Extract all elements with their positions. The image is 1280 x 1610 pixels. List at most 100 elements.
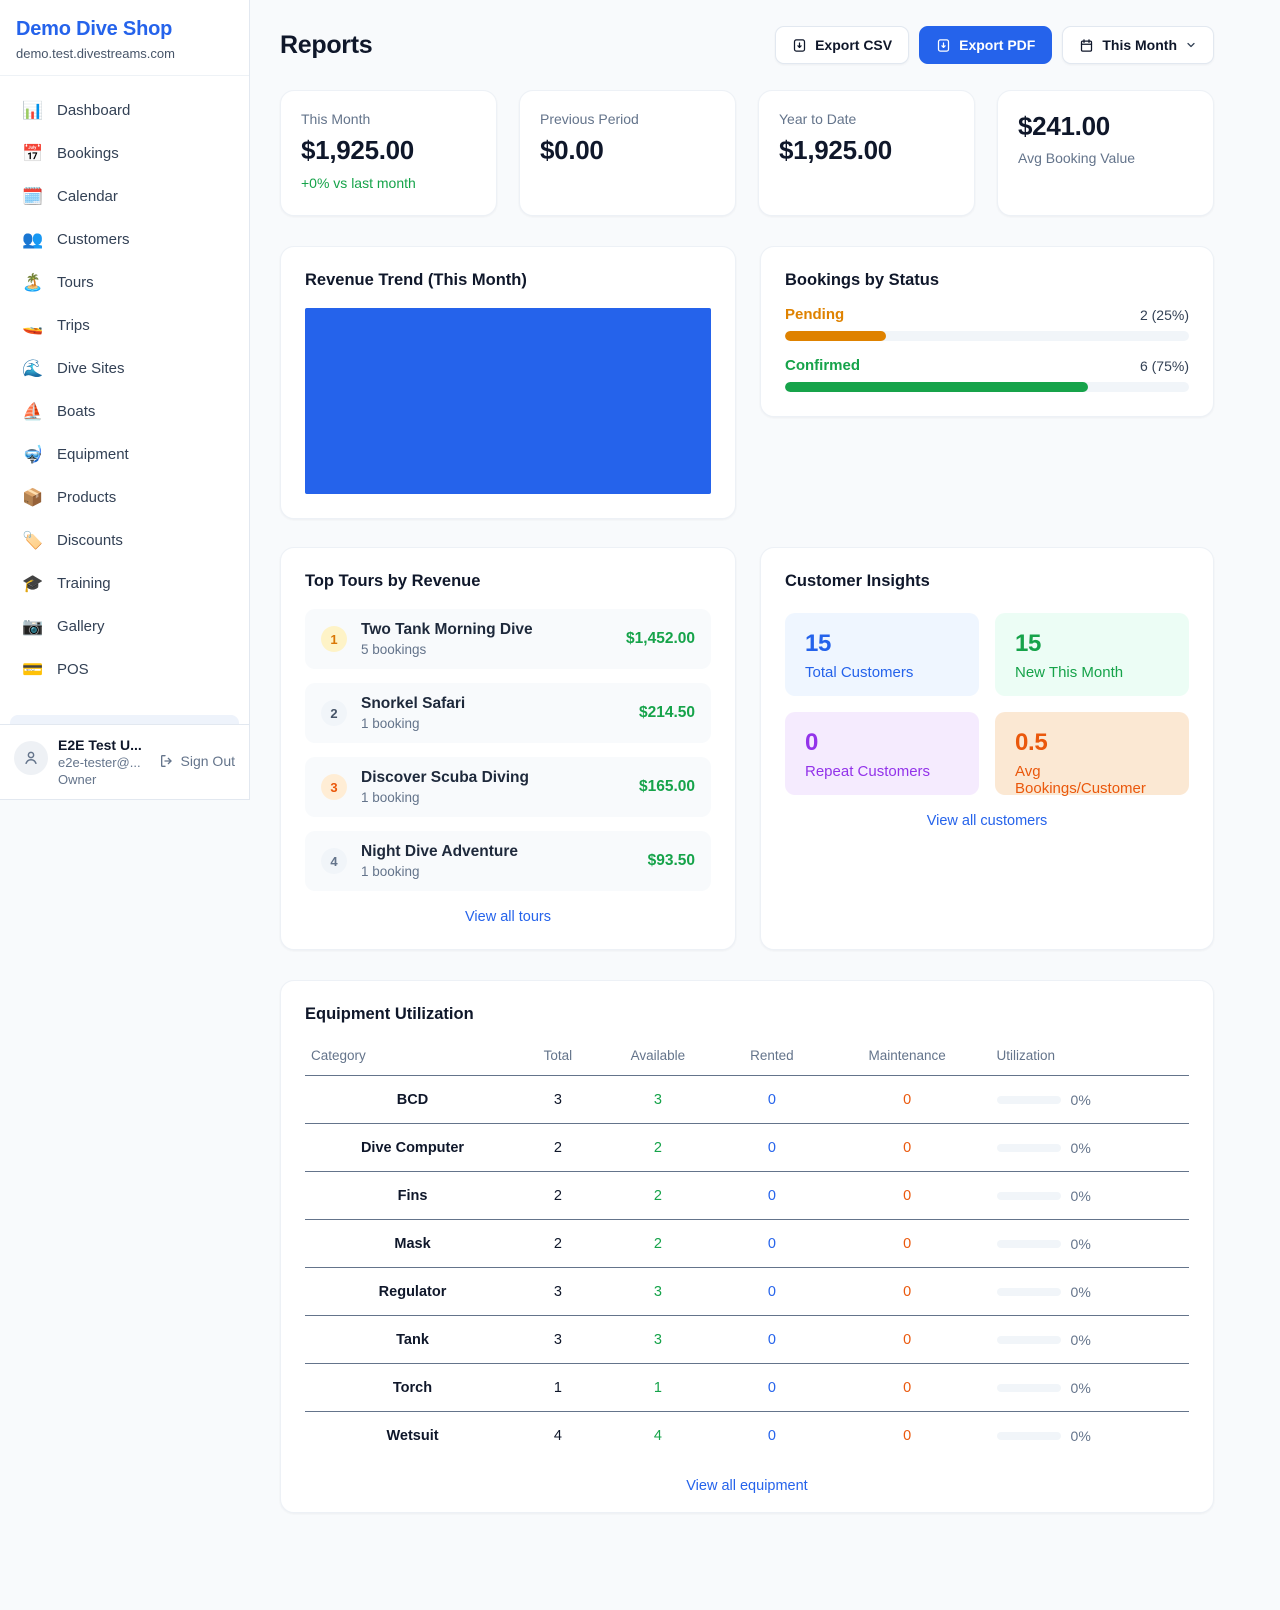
sidebar-item-boats[interactable]: ⛵Boats (12, 391, 237, 431)
sidebar-item-training[interactable]: 🎓Training (12, 563, 237, 603)
cell-utilization: 0% (991, 1316, 1189, 1364)
tour-amount: $214.50 (639, 704, 695, 722)
utilization-bar: 0% (997, 1188, 1183, 1204)
cell-rented: 0 (720, 1172, 824, 1220)
cell-category: Fins (305, 1172, 520, 1220)
utilization-bar: 0% (997, 1140, 1183, 1156)
equipment-utilization-card: Equipment Utilization CategoryTotalAvail… (280, 980, 1214, 1513)
cell-total: 1 (520, 1364, 596, 1412)
status-item-confirmed: Confirmed6 (75%) (785, 357, 1189, 392)
export-csv-button[interactable]: Export CSV (775, 26, 909, 64)
utilization-text: 0% (1071, 1284, 1091, 1300)
gallery-icon: 📷 (22, 618, 44, 635)
stat-card-year-to-date: Year to Date$1,925.00 (758, 90, 975, 216)
utilization-track (997, 1240, 1061, 1248)
brand-domain: demo.test.divestreams.com (16, 46, 233, 61)
insight-label: Total Customers (805, 664, 959, 681)
insight-grid: 15Total Customers15New This Month0Repeat… (785, 613, 1189, 795)
status-head: Confirmed6 (75%) (785, 357, 1189, 374)
sidebar-item-calendar[interactable]: 🗓️Calendar (12, 176, 237, 216)
stat-value: $1,925.00 (301, 135, 476, 166)
utilization-text: 0% (1071, 1188, 1091, 1204)
cell-utilization: 0% (991, 1412, 1189, 1460)
insight-label: New This Month (1015, 664, 1169, 681)
rank-badge: 2 (321, 700, 347, 726)
sidebar-item-dashboard[interactable]: 📊Dashboard (12, 90, 237, 130)
sidebar-item-bookings[interactable]: 📅Bookings (12, 133, 237, 173)
sidebar-item-partial[interactable] (10, 715, 239, 724)
period-label: This Month (1102, 37, 1177, 53)
sidebar-item-trips[interactable]: 🚤Trips (12, 305, 237, 345)
cell-available: 3 (596, 1268, 720, 1316)
table-row: Wetsuit44000% (305, 1412, 1189, 1460)
cell-category: Mask (305, 1220, 520, 1268)
status-bar-track (785, 382, 1189, 392)
sidebar-nav: 📊Dashboard📅Bookings🗓️Calendar👥Customers🏝… (0, 76, 249, 715)
table-row: Mask22000% (305, 1220, 1189, 1268)
sidebar-item-products[interactable]: 📦Products (12, 477, 237, 517)
tour-name: Snorkel Safari (361, 695, 625, 713)
utilization-track (997, 1096, 1061, 1104)
cell-total: 4 (520, 1412, 596, 1460)
view-all-tours-link[interactable]: View all tours (305, 909, 711, 925)
export-pdf-label: Export PDF (959, 37, 1035, 53)
table-header-row: CategoryTotalAvailableRentedMaintenanceU… (305, 1038, 1189, 1076)
person-icon (22, 749, 40, 767)
cell-maintenance: 0 (824, 1220, 991, 1268)
cell-category: Torch (305, 1364, 520, 1412)
cell-utilization: 0% (991, 1124, 1189, 1172)
sidebar-item-label: Training (57, 575, 111, 592)
sign-out-button[interactable]: Sign Out (159, 753, 235, 769)
insight-value: 15 (805, 630, 959, 658)
cell-rented: 0 (720, 1076, 824, 1124)
export-pdf-button[interactable]: Export PDF (919, 26, 1052, 64)
tour-name: Discover Scuba Diving (361, 769, 625, 787)
sidebar: Demo Dive Shop demo.test.divestreams.com… (0, 0, 250, 800)
dashboard-icon: 📊 (22, 102, 44, 119)
stat-value: $241.00 (1018, 111, 1193, 142)
customer-insights-title: Customer Insights (785, 572, 1189, 591)
stat-value: $0.00 (540, 135, 715, 166)
rank-badge: 1 (321, 626, 347, 652)
column-header-category: Category (305, 1038, 520, 1076)
sidebar-item-label: Products (57, 489, 116, 506)
sidebar-item-label: Calendar (57, 188, 118, 205)
cell-maintenance: 0 (824, 1124, 991, 1172)
sidebar-item-gallery[interactable]: 📷Gallery (12, 606, 237, 646)
sidebar-item-label: Dive Sites (57, 360, 125, 377)
sign-out-label: Sign Out (181, 753, 235, 769)
status-bar-track (785, 331, 1189, 341)
cell-category: Tank (305, 1316, 520, 1364)
sidebar-item-customers[interactable]: 👥Customers (12, 219, 237, 259)
sidebar-item-tours[interactable]: 🏝️Tours (12, 262, 237, 302)
brand-name: Demo Dive Shop (16, 18, 233, 41)
sidebar-item-discounts[interactable]: 🏷️Discounts (12, 520, 237, 560)
table-row: Regulator33000% (305, 1268, 1189, 1316)
utilization-text: 0% (1071, 1380, 1091, 1396)
sidebar-item-dive-sites[interactable]: 🌊Dive Sites (12, 348, 237, 388)
cell-maintenance: 0 (824, 1412, 991, 1460)
tour-amount: $93.50 (648, 852, 695, 870)
tour-main: Night Dive Adventure1 booking (361, 843, 634, 879)
utilization-text: 0% (1071, 1236, 1091, 1252)
rank-badge: 3 (321, 774, 347, 800)
cell-rented: 0 (720, 1412, 824, 1460)
sidebar-item-equipment[interactable]: 🤿Equipment (12, 434, 237, 474)
cell-rented: 0 (720, 1364, 824, 1412)
bookings-by-status-title: Bookings by Status (785, 271, 1189, 290)
file-download-icon (936, 38, 951, 53)
cell-utilization: 0% (991, 1220, 1189, 1268)
pos-icon: 💳 (22, 661, 44, 678)
column-header-total: Total (520, 1038, 596, 1076)
sidebar-item-pos[interactable]: 💳POS (12, 649, 237, 689)
view-all-equipment-link[interactable]: View all equipment (305, 1478, 1189, 1494)
view-all-customers-link[interactable]: View all customers (785, 813, 1189, 829)
tour-row-night-dive-adventure: 4Night Dive Adventure1 booking$93.50 (305, 831, 711, 891)
table-row: Fins22000% (305, 1172, 1189, 1220)
period-dropdown[interactable]: This Month (1062, 26, 1214, 64)
cell-category: BCD (305, 1076, 520, 1124)
revenue-trend-card: Revenue Trend (This Month) (280, 246, 736, 519)
user-role: Owner (58, 772, 149, 787)
tour-bookings: 1 booking (361, 790, 625, 805)
insight-value: 0.5 (1015, 729, 1169, 757)
